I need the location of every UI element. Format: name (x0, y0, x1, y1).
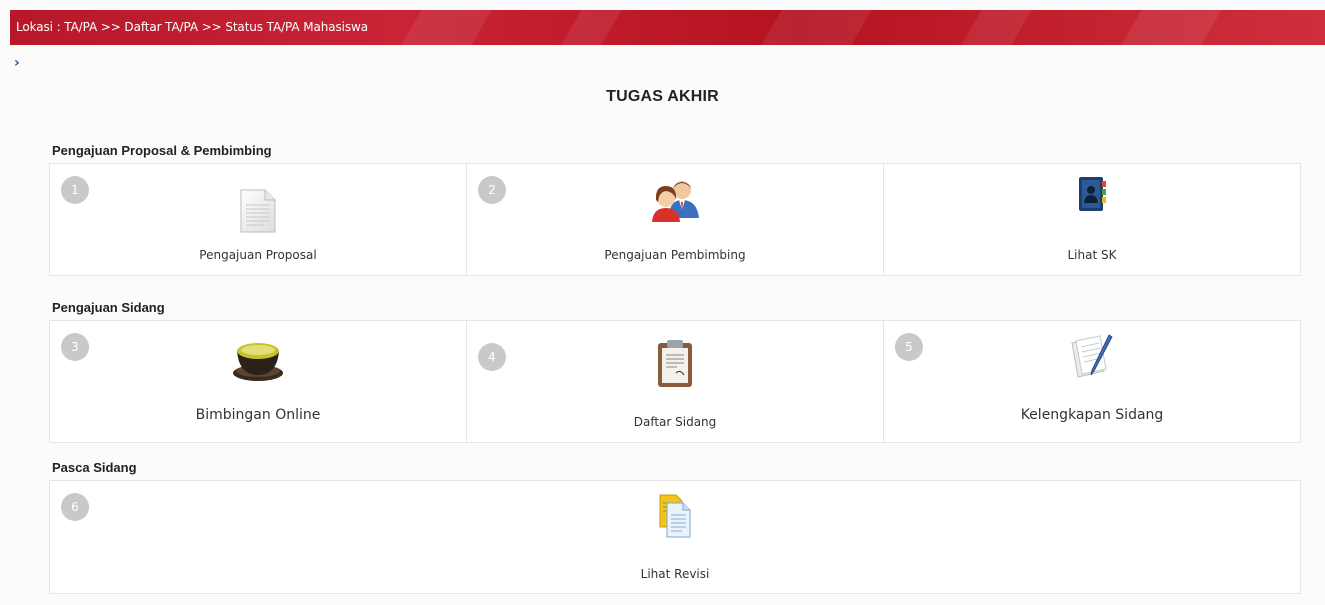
menu-lihat-sk[interactable]: Lihat SK (884, 164, 1300, 275)
menu-pengajuan-pembimbing[interactable]: 2 Pengajuan Pembimbing (467, 164, 884, 275)
section-title-pasca: Pasca Sidang (52, 460, 137, 475)
section-proposal: 1 Pengajuan Proposal 2 Pengajuan Pembimb… (49, 163, 1301, 276)
breadcrumb: Lokasi : TA/PA >> Daftar TA/PA >> Status… (16, 20, 368, 34)
clipboard-icon (658, 340, 692, 387)
notepad-pen-icon (1071, 334, 1113, 378)
section-title-sidang: Pengajuan Sidang (52, 300, 165, 315)
menu-bimbingan-online[interactable]: 3 Bimbingan Online (50, 321, 467, 442)
document-icon (240, 189, 276, 233)
header-decoration (752, 10, 878, 45)
menu-daftar-sidang[interactable]: 4 Daftar Sidang (467, 321, 884, 442)
section-pasca-sidang: 6 Lihat Revisi (49, 480, 1301, 594)
menu-label: Pengajuan Pembimbing (604, 248, 746, 262)
step-badge: 2 (478, 176, 506, 204)
header-decoration (952, 10, 1038, 45)
menu-lihat-revisi[interactable]: 6 Lihat Revisi (50, 481, 1300, 593)
menu-kelengkapan-sidang[interactable]: 5 Kelengkapan Sidang (884, 321, 1300, 442)
users-icon (652, 181, 699, 222)
menu-label: Daftar Sidang (633, 415, 717, 429)
page: Lokasi : TA/PA >> Daftar TA/PA >> Status… (0, 0, 1325, 605)
section-sidang: 3 Bimbingan Online 4 Daftar Sidang 5 Kel… (49, 320, 1301, 443)
breadcrumb-bar: Lokasi : TA/PA >> Daftar TA/PA >> Status… (10, 10, 1325, 45)
menu-pengajuan-proposal[interactable]: 1 Pengajuan Proposal (50, 164, 467, 275)
menu-label: Bimbingan Online (195, 407, 321, 423)
step-badge: 6 (61, 493, 89, 521)
step-badge: 4 (478, 343, 506, 371)
menu-label: Lihat Revisi (640, 567, 710, 581)
header-decoration (552, 10, 628, 45)
section-title-proposal: Pengajuan Proposal & Pembimbing (52, 143, 272, 158)
menu-label: Kelengkapan Sidang (1020, 407, 1164, 423)
menu-label: Pengajuan Proposal (199, 248, 317, 262)
step-badge: 1 (61, 176, 89, 204)
page-title: TUGAS AKHIR (606, 88, 719, 105)
step-badge: 5 (895, 333, 923, 361)
copy-documents-icon (659, 494, 691, 538)
sidebar-toggle-icon[interactable]: › (14, 56, 26, 70)
menu-label: Lihat SK (1067, 248, 1117, 262)
step-badge: 3 (61, 333, 89, 361)
address-book-icon (1079, 177, 1106, 211)
header-decoration (392, 10, 498, 45)
header-decoration (1112, 10, 1228, 45)
tea-cup-icon (233, 343, 283, 381)
